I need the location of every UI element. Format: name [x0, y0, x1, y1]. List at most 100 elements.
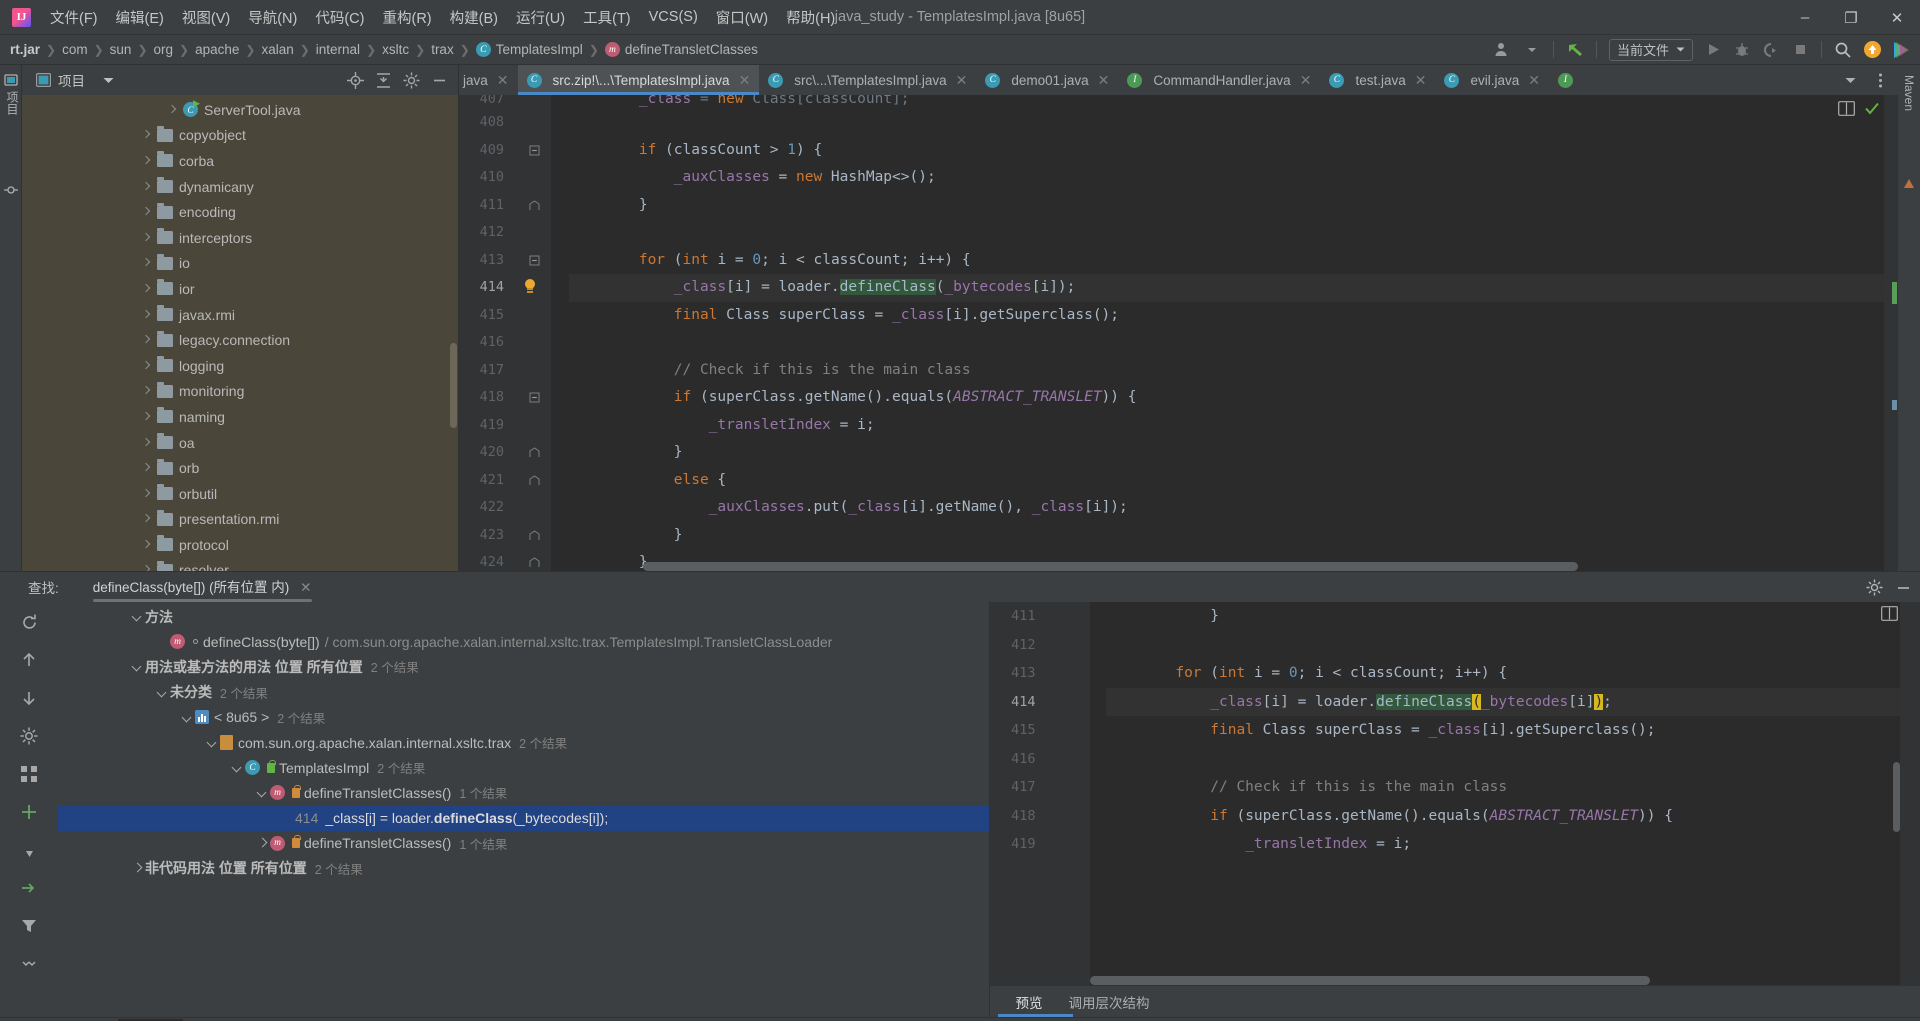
chevron-down-icon[interactable] — [130, 609, 145, 624]
project-tree-item[interactable]: oa — [22, 430, 458, 456]
project-tool-icon[interactable] — [4, 73, 18, 87]
menu-edit[interactable]: 编辑(E) — [107, 3, 173, 32]
project-tree-item[interactable]: corba — [22, 148, 458, 174]
tab-call-hierarchy[interactable]: 调用层次结构 — [1069, 992, 1150, 1012]
editor-tab-commandhandler[interactable]: I CommandHandler.java ✕ — [1118, 65, 1320, 95]
breadcrumb-item-rtjar[interactable]: rt.jar — [10, 42, 40, 57]
editor-gutter[interactable]: 407 408 409 410 411 412 413 414 415 416 417 418 419 4… — [459, 95, 551, 571]
breadcrumb-item-xalan[interactable]: xalan — [261, 42, 293, 57]
preview-horizontal-scrollbar[interactable] — [1089, 976, 1650, 985]
fold-collapse-icon[interactable] — [529, 255, 540, 266]
chevron-right-icon[interactable] — [140, 564, 153, 571]
chevron-right-icon[interactable] — [140, 385, 153, 398]
project-tree-item[interactable]: monitoring — [22, 379, 458, 405]
menu-view[interactable]: 视图(V) — [173, 3, 239, 32]
fold-collapse-icon[interactable] — [529, 392, 540, 403]
close-icon[interactable]: ✕ — [956, 72, 968, 89]
close-icon[interactable]: ✕ — [739, 72, 751, 89]
settings-icon[interactable] — [398, 68, 424, 92]
minimize-button[interactable]: – — [1782, 0, 1828, 35]
project-tree[interactable]: C ServerTool.java copyobject corba dynamican… — [22, 95, 458, 571]
chevron-down-icon[interactable] — [180, 710, 195, 725]
ai-assistant-icon[interactable] — [1888, 38, 1914, 62]
chevron-right-icon[interactable] — [140, 129, 153, 142]
chevron-down-icon[interactable] — [230, 760, 245, 775]
breadcrumb-item-com[interactable]: com — [62, 42, 88, 57]
chevron-right-icon[interactable] — [166, 103, 179, 116]
intention-bulb-icon[interactable] — [523, 279, 537, 295]
more-icon[interactable] — [17, 952, 41, 976]
menu-code[interactable]: 代码(C) — [306, 3, 373, 32]
menu-file[interactable]: 文件(F) — [41, 3, 107, 32]
chevron-right-icon[interactable] — [140, 308, 153, 321]
fold-end-icon[interactable] — [529, 447, 540, 458]
debug-button[interactable] — [1729, 38, 1755, 62]
fold-collapse-icon[interactable] — [529, 145, 540, 156]
update-badge-icon[interactable] — [1859, 38, 1885, 62]
project-tree-item[interactable]: dynamicany — [22, 174, 458, 200]
prev-occurrence-icon[interactable] — [17, 648, 41, 672]
find-result-row[interactable]: m defineTransletClasses() 1 个结果 — [58, 831, 989, 856]
project-tree-item[interactable]: resolver — [22, 558, 458, 571]
find-results-tree[interactable]: 方法 m defineClass(byte[]) / com.sun.org.apac… — [58, 602, 989, 1017]
maven-tool-label[interactable]: Maven — [1902, 75, 1916, 111]
chevron-down-icon[interactable] — [103, 75, 114, 86]
close-button[interactable]: ✕ — [1874, 0, 1920, 35]
find-result-row[interactable]: com.sun.org.apache.xalan.internal.xsltc.… — [58, 730, 989, 755]
find-result-row[interactable]: 方法 — [58, 604, 989, 629]
stripe-mark-usage[interactable] — [1892, 282, 1897, 304]
chevron-right-icon[interactable] — [140, 282, 153, 295]
more-options-icon[interactable] — [1867, 68, 1893, 92]
editor-horizontal-scrollbar[interactable] — [643, 562, 1578, 571]
close-icon[interactable]: ✕ — [1300, 72, 1312, 89]
settings-icon[interactable] — [1866, 579, 1883, 596]
close-icon[interactable]: ✕ — [1415, 72, 1427, 89]
chevron-down-icon[interactable] — [130, 659, 145, 674]
project-tree-item[interactable]: presentation.rmi — [22, 507, 458, 533]
editor-tab-overflow[interactable]: I — [1549, 65, 1587, 95]
breadcrumb-item-sun[interactable]: sun — [110, 42, 132, 57]
menu-refactor[interactable]: 重构(R) — [373, 3, 440, 32]
chevron-down-icon[interactable] — [1519, 38, 1545, 62]
find-result-row[interactable]: m defineTransletClasses() 1 个结果 — [58, 780, 989, 805]
stripe-mark-caret[interactable] — [1892, 400, 1897, 410]
locate-icon[interactable] — [342, 68, 368, 92]
chevron-right-icon[interactable] — [140, 257, 153, 270]
editor-tab-srczip-templatesimpl[interactable]: C src.zip!\...\TemplatesImpl.java ✕ — [517, 65, 760, 95]
find-result-row-selected[interactable]: 414 _class[i] = loader.defineClass(_bytec… — [58, 805, 989, 831]
close-icon[interactable]: ✕ — [497, 72, 509, 89]
fold-end-icon[interactable] — [529, 557, 540, 568]
chevron-right-icon[interactable] — [140, 462, 153, 475]
preview-code[interactable]: 411 412 413 414 415 416 417 418 419 } for (int i… — [989, 602, 1920, 985]
tab-preview[interactable]: 预览 — [1016, 992, 1043, 1012]
filter-icon[interactable] — [17, 914, 41, 938]
chevron-right-icon[interactable] — [140, 206, 153, 219]
fold-end-icon[interactable] — [529, 529, 540, 541]
breadcrumb-item-internal[interactable]: internal — [316, 42, 360, 57]
git-update-icon[interactable] — [1562, 38, 1588, 62]
collapse-all-icon[interactable] — [370, 68, 396, 92]
editor-tab-test[interactable]: C test.java ✕ — [1320, 65, 1435, 95]
project-tree-item[interactable]: io — [22, 251, 458, 277]
run-configuration-selector[interactable]: 当前文件 — [1608, 38, 1693, 61]
commit-tool-icon[interactable] — [4, 183, 18, 197]
chevron-right-icon[interactable] — [140, 334, 153, 347]
chevron-right-icon[interactable] — [140, 231, 153, 244]
project-tree-item[interactable]: ior — [22, 276, 458, 302]
close-icon[interactable]: ✕ — [1098, 72, 1110, 89]
editor-tab-demo01[interactable]: C demo01.java ✕ — [976, 65, 1118, 95]
breadcrumb-item-apache[interactable]: apache — [195, 42, 239, 57]
editor-tab-java[interactable]: java ✕ — [459, 65, 518, 95]
editor-error-stripe[interactable] — [1884, 95, 1898, 571]
close-icon[interactable]: ✕ — [1528, 72, 1540, 89]
chevron-right-icon[interactable] — [140, 538, 153, 551]
chevron-right-icon[interactable] — [140, 180, 153, 193]
export-icon[interactable] — [17, 876, 41, 900]
preview-vertical-scrollbar[interactable] — [1893, 762, 1900, 832]
project-tree-item[interactable]: legacy.connection — [22, 327, 458, 353]
breadcrumb-item-trax[interactable]: trax — [431, 42, 454, 57]
menu-build[interactable]: 构建(B) — [441, 3, 507, 32]
stop-button[interactable] — [1787, 38, 1813, 62]
find-result-row[interactable]: < 8u65 > 2 个结果 — [58, 705, 989, 730]
hide-icon[interactable] — [426, 68, 452, 92]
